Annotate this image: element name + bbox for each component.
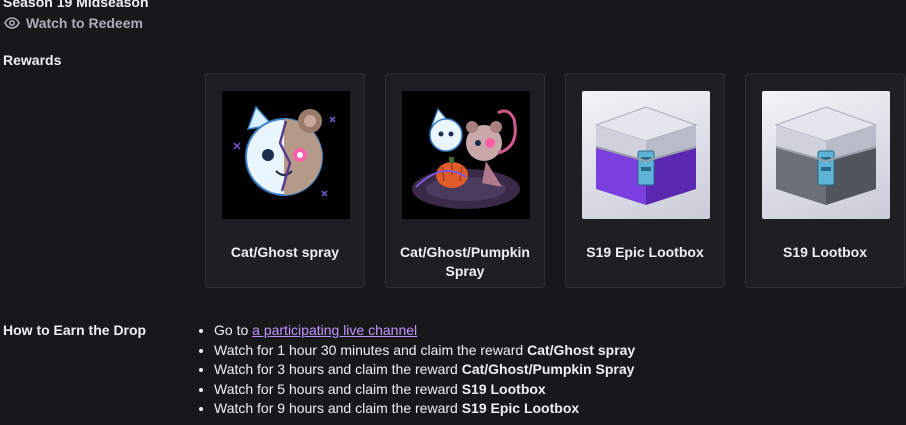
rewards-heading: Rewards [3,52,62,68]
reward-name: S19 Epic Lootbox [586,244,704,260]
reward-card-s19-lootbox[interactable]: S19 Lootbox [745,73,905,288]
reward-name: S19 Lootbox [782,244,867,260]
step-text: Watch for 9 hours and claim the reward [214,400,462,417]
list-item: Watch for 1 hour 30 minutes and claim th… [214,341,635,361]
reward-name: Cat/Ghost/Pumpkin Spray [400,244,530,279]
reward-name: Cat/Ghost spray [230,244,340,260]
reward-card-cat-ghost-spray[interactable]: Cat/Ghost spray [205,73,365,288]
step-reward: S19 Epic Lootbox [461,400,580,417]
reward-card-cat-ghost-pumpkin-spray[interactable]: Cat/Ghost/Pumpkin Spray [385,73,545,288]
epic-lootbox-image [582,91,710,219]
cat-ghost-pumpkin-spray-image [402,91,530,219]
eye-icon [4,17,20,29]
campaign-title: Season 19 Midseason [3,0,149,10]
step-text: Watch for 3 hours and claim the reward [214,361,462,378]
earn-steps-list: Go to a participating live channel Watch… [198,321,635,419]
lootbox-image [762,91,890,219]
step-reward: Cat/Ghost spray [527,341,636,358]
step-text: Go to [214,322,253,338]
reward-card-s19-epic-lootbox[interactable]: S19 Epic Lootbox [565,73,725,288]
cat-ghost-spray-image [222,91,350,219]
list-item: Watch for 5 hours and claim the reward S… [214,380,635,400]
watch-to-redeem-label: Watch to Redeem [26,15,143,31]
step-reward: Cat/Ghost/Pumpkin Spray [461,361,635,378]
how-to-earn-heading: How to Earn the Drop [3,322,147,338]
participating-channel-link[interactable]: a participating live channel [252,322,417,338]
step-text: Watch for 5 hours and claim the reward [214,380,462,397]
watch-to-redeem-status: Watch to Redeem [4,15,143,31]
step-text: Watch for 1 hour 30 minutes and claim th… [214,341,528,358]
list-item: Watch for 3 hours and claim the reward C… [214,360,635,380]
list-item: Go to a participating live channel [214,321,635,341]
list-item: Watch for 9 hours and claim the reward S… [214,399,635,419]
step-reward: S19 Lootbox [461,380,546,397]
